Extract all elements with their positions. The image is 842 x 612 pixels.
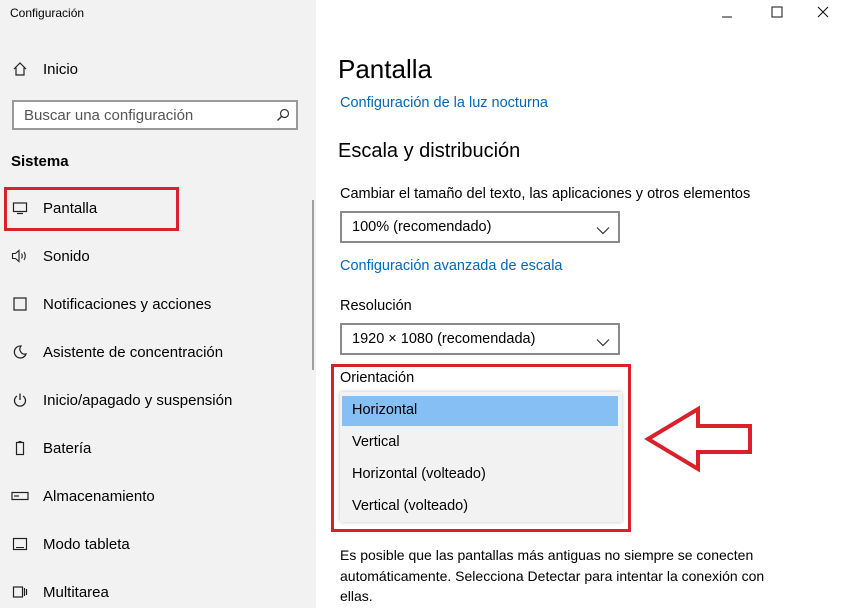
minimize-button[interactable] (704, 0, 750, 28)
notification-icon (10, 294, 30, 314)
sidebar-item-multitasking[interactable]: Multitarea (0, 572, 316, 612)
scale-label: Cambiar el tamaño del texto, las aplicac… (340, 186, 751, 202)
storage-icon (10, 486, 30, 506)
sidebar-item-focus-assist[interactable]: Asistente de concentración (0, 332, 316, 372)
app-title: Configuración (10, 6, 85, 20)
close-button[interactable] (800, 0, 842, 28)
advanced-scale-link[interactable]: Configuración avanzada de escala (340, 258, 562, 274)
search-input[interactable]: Buscar una configuración (12, 100, 298, 130)
resolution-dropdown[interactable]: 1920 × 1080 (recomendada) (340, 323, 620, 355)
battery-icon (10, 438, 30, 458)
page-title: Pantalla (338, 54, 432, 84)
sidebar-item-label: Notificaciones y acciones (43, 295, 212, 313)
maximize-icon (771, 5, 783, 23)
sidebar-item-label: Asistente de concentración (43, 343, 224, 361)
sidebar-item-label: Inicio/apagado y suspensión (43, 391, 233, 409)
moon-icon (10, 342, 30, 362)
annotation-box-orientation (331, 364, 631, 532)
sidebar-item-label: Sonido (43, 247, 90, 265)
scale-dropdown[interactable]: 100% (recomendado) (340, 211, 620, 243)
minimize-icon (721, 5, 733, 23)
scale-heading: Escala y distribución (338, 140, 521, 162)
sidebar-item-label: Almacenamiento (43, 487, 155, 505)
search-icon (276, 108, 290, 127)
section-header: Sistema (11, 153, 69, 170)
sidebar-item-label: Modo tableta (43, 535, 130, 553)
annotation-box-display (4, 187, 179, 231)
multitask-icon (10, 582, 30, 602)
power-icon (10, 390, 30, 410)
info-text: Es posible que las pantallas más antigua… (340, 547, 765, 604)
sidebar-item-home[interactable]: Inicio (0, 49, 316, 89)
sidebar-scrollbar[interactable] (312, 200, 314, 370)
sidebar: Configuración Inicio Buscar una configur… (0, 0, 316, 608)
scale-value: 100% (recomendado) (352, 219, 492, 235)
chevron-down-icon (596, 222, 610, 240)
sidebar-item-storage[interactable]: Almacenamiento (0, 476, 316, 516)
night-light-link[interactable]: Configuración de la luz nocturna (340, 95, 548, 111)
sidebar-item-battery[interactable]: Batería (0, 428, 316, 468)
sidebar-item-label: Batería (43, 439, 92, 457)
sidebar-item-tablet-mode[interactable]: Modo tableta (0, 524, 316, 564)
resolution-label: Resolución (340, 298, 412, 314)
sidebar-item-label: Inicio (43, 60, 79, 78)
sidebar-item-notifications[interactable]: Notificaciones y acciones (0, 284, 316, 324)
search-placeholder: Buscar una configuración (24, 107, 194, 124)
sidebar-item-sound[interactable]: Sonido (0, 236, 316, 276)
home-icon (10, 59, 30, 79)
sidebar-item-label: Multitarea (43, 583, 109, 601)
speaker-icon (10, 246, 30, 266)
maximize-button[interactable] (754, 0, 800, 28)
annotation-arrow-icon (644, 405, 752, 473)
resolution-value: 1920 × 1080 (recomendada) (352, 331, 536, 347)
chevron-down-icon (596, 334, 610, 352)
close-icon (817, 5, 829, 23)
tablet-icon (10, 534, 30, 554)
sidebar-item-power[interactable]: Inicio/apagado y suspensión (0, 380, 316, 420)
